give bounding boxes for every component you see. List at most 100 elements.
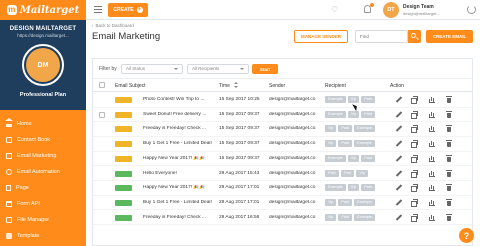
edit-icon[interactable] [395, 155, 402, 162]
sort-icon[interactable] [234, 82, 238, 89]
email-subject[interactable]: Photo Contest! Win Trip to ... [143, 97, 219, 102]
report-icon[interactable] [429, 199, 436, 206]
column-subject[interactable]: Email Subject [115, 83, 146, 89]
sidebar-item-email-automation[interactable]: Email Automation [0, 164, 86, 180]
avatar[interactable]: DM [26, 48, 60, 82]
email-subject[interactable]: Buy 1 Get 1 Free - Limited Deal! [143, 141, 219, 146]
copy-icon[interactable] [411, 198, 418, 207]
create-button[interactable]: CREATE + [108, 3, 148, 17]
trash-icon[interactable] [446, 198, 453, 206]
report-icon[interactable] [429, 111, 436, 118]
recipient-filter-select[interactable]: All Recipients [187, 64, 249, 74]
copy-icon[interactable] [411, 125, 418, 134]
trash-icon[interactable] [446, 154, 453, 162]
email-subject[interactable]: Freeday is Freeday! Check ... [143, 215, 219, 220]
copy-icon[interactable] [411, 169, 418, 178]
recipient-tags: Paid Free Vip [325, 169, 368, 177]
form-icon [6, 201, 12, 207]
report-icon[interactable] [429, 214, 436, 221]
copy-icon[interactable] [411, 96, 418, 104]
status-badge [115, 141, 132, 148]
sidebar-item-form-api[interactable]: Form API [0, 196, 86, 212]
profile-panel: DESIGN MAILTARGET https://design.mailtar… [0, 20, 86, 110]
email-sender: design@mailtarget.co [269, 155, 316, 161]
copy-icon[interactable] [411, 184, 418, 193]
search-icon [411, 33, 416, 38]
copy-icon[interactable] [411, 140, 418, 149]
heart-icon[interactable]: ♡ [331, 5, 340, 14]
table-row[interactable]: Buy 1 Get 1 Free - Limited Deal! 15 Sep 2… [93, 137, 472, 152]
sidebar-item-home[interactable]: Home [0, 116, 86, 132]
refresh-icon[interactable] [467, 5, 476, 14]
copy-icon[interactable] [411, 154, 418, 163]
user-menu[interactable]: DT Design Team design@mailtarget... [383, 2, 463, 18]
table-row[interactable]: Freeday is Freeday! Check ... 29 Aug 2017… [93, 211, 472, 226]
sidebar-item-template[interactable]: Template [0, 228, 86, 244]
sidebar-item-page[interactable]: Page [0, 180, 86, 196]
trash-icon[interactable] [446, 110, 453, 118]
trash-icon[interactable] [446, 96, 453, 103]
edit-icon[interactable] [395, 111, 402, 118]
copy-icon[interactable] [411, 213, 418, 222]
menu-icon[interactable] [94, 6, 102, 13]
report-icon[interactable] [429, 170, 436, 177]
table-row[interactable]: Happy New Year 2017! 🎉🎉 15 Sep 2017 09:37… [93, 152, 472, 167]
select-all-checkbox[interactable] [99, 82, 105, 88]
email-subject[interactable]: Buy 1 Get 1 Free - Limited Deal! [143, 200, 219, 205]
sidebar-item-file-manager[interactable]: File Manager [0, 212, 86, 228]
email-subject[interactable]: Happy New Year 2017! 🎉🎉 [143, 156, 219, 161]
edit-icon[interactable] [395, 96, 402, 103]
trash-icon[interactable] [446, 213, 453, 221]
table-row[interactable]: Buy 1 Get 1 Free - Limited Deal! 29 Aug 2… [93, 196, 472, 211]
status-badge [115, 155, 132, 162]
email-subject[interactable]: Freeday is Freeday! Check ... [143, 126, 219, 131]
email-subject[interactable]: Hello Everyone! [143, 171, 219, 176]
start-button[interactable]: Start [252, 64, 278, 74]
report-icon[interactable] [429, 184, 436, 192]
table-row[interactable]: Sweet Donut! Free delivery ... 15 Sep 201… [93, 108, 472, 123]
report-icon[interactable] [429, 125, 436, 133]
trash-icon[interactable] [446, 140, 453, 148]
table-row[interactable]: Hello Everyone! 29 Aug 2017 15:43 design@m… [93, 167, 472, 181]
recipient-tag: Paid [361, 110, 375, 118]
report-icon[interactable] [429, 140, 436, 148]
copy-icon[interactable] [411, 110, 418, 119]
email-sender: design@mailtarget.co [269, 97, 316, 102]
table-row[interactable]: Photo Contest! Win Trip to ... 15 Sep 201… [93, 93, 472, 108]
column-time[interactable]: Time [219, 83, 230, 89]
email-sender: design@mailtarget.co [269, 170, 316, 176]
back-to-dashboard-link[interactable]: ‹ Back to Dashboard [92, 23, 134, 28]
sidebar-item-contact-book[interactable]: Contact Book [0, 132, 86, 148]
profile-url[interactable]: https://design.mailtarget... [0, 33, 86, 38]
table-row[interactable]: Happy New Year 2017! 🎉🎉 29 Aug 2017 17:01… [93, 181, 472, 196]
trash-icon[interactable] [446, 169, 453, 177]
brand-logo[interactable]: m Mailtarget [0, 0, 86, 20]
edit-icon[interactable] [395, 170, 402, 177]
trash-icon[interactable] [446, 184, 453, 192]
row-checkbox[interactable] [99, 111, 105, 118]
edit-icon[interactable] [395, 214, 402, 221]
create-email-button[interactable]: CREATE EMAIL [426, 30, 473, 43]
trash-icon[interactable] [446, 125, 453, 133]
email-subject[interactable]: Happy New Year 2017! 🎉🎉 [143, 185, 219, 190]
edit-icon[interactable] [395, 125, 402, 132]
email-subject[interactable]: Sweet Donut! Free delivery ... [143, 112, 219, 117]
recipient-tag: Example [354, 213, 375, 221]
sidebar-item-email-marketing[interactable]: Email Marketing [0, 148, 86, 164]
manage-sender-button[interactable]: MANAGE SENDER [294, 30, 348, 43]
report-icon[interactable] [429, 155, 436, 162]
table-row[interactable]: Freeday is Freeday! Check ... 15 Sep 2017… [93, 122, 472, 137]
search-input[interactable] [355, 30, 408, 43]
recipient-tag: Vip [325, 125, 337, 133]
row-actions [395, 110, 455, 119]
folder-icon [6, 217, 12, 223]
help-button[interactable]: ? [459, 228, 474, 243]
status-filter-select[interactable]: All Status [121, 64, 183, 74]
edit-icon[interactable] [395, 199, 402, 206]
edit-icon[interactable] [395, 140, 402, 147]
logo-mark: m [6, 5, 17, 15]
report-icon[interactable] [429, 96, 436, 103]
search-button[interactable] [408, 30, 421, 43]
edit-icon[interactable] [395, 184, 402, 191]
row-actions [395, 96, 455, 104]
